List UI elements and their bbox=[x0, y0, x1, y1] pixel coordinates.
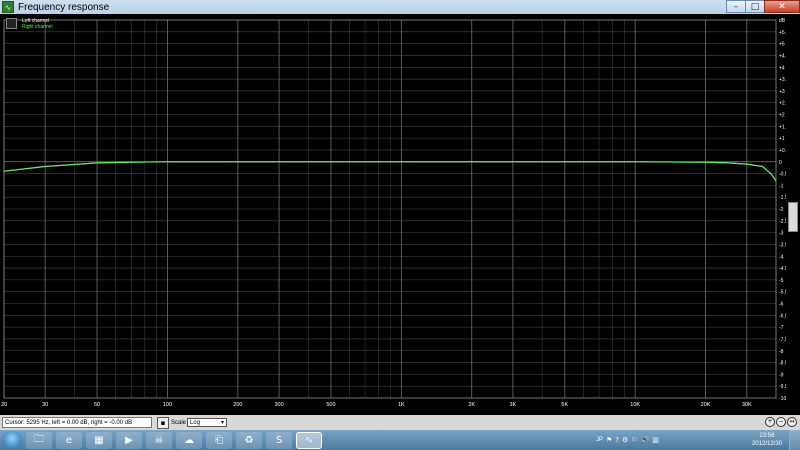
y-tick-label: -9 bbox=[779, 372, 784, 378]
x-tick-label: 200 bbox=[233, 402, 242, 408]
x-tick-label: 3K bbox=[510, 402, 517, 408]
taskbar-app-ie[interactable]: e bbox=[56, 431, 82, 449]
window-title: Frequency response bbox=[18, 1, 110, 13]
y-tick-label: +5 bbox=[779, 42, 785, 48]
y-tick-label: dB bbox=[779, 18, 786, 24]
legend-box bbox=[6, 18, 17, 29]
help-icon[interactable]: ? bbox=[615, 436, 619, 444]
volume-icon[interactable]: 🔊 bbox=[641, 436, 650, 444]
chevron-down-icon: ▾ bbox=[221, 420, 225, 426]
close-button[interactable]: ✕ bbox=[764, 0, 800, 13]
x-tick-label: 2K bbox=[468, 402, 475, 408]
legend: Left channel Right channel bbox=[6, 18, 53, 30]
scale-dropdown[interactable]: Log ▾ bbox=[187, 418, 228, 427]
frequency-response-plot[interactable]: 20 30 50 100 200 300 500 1K 2K 3K 5K 10K 20K 30K dB +5.… bbox=[0, 14, 800, 415]
clock[interactable]: 23:56 2012/12/30 bbox=[752, 432, 782, 448]
y-tick-label: +4 bbox=[779, 65, 785, 71]
window-controls: – □ ✕ bbox=[726, 0, 800, 13]
y-tick-label: -7 bbox=[779, 325, 784, 331]
y-tick-label: -4 bbox=[779, 254, 784, 260]
y-tick-label: +2 bbox=[779, 113, 785, 119]
x-tick-label: 300 bbox=[274, 402, 283, 408]
taskbar: 🗀 e ▦ ▶ ☠ ☁ ⎗ ♻ S ∿ JP ⚑ ? ⚙ ⚐ 🔊 ▥ 23:56 2012/12/… bbox=[0, 430, 800, 450]
x-tick-label: 20K bbox=[701, 402, 711, 408]
zoom-fit-icon[interactable]: ↔ bbox=[787, 417, 797, 427]
taskbar-app-cloud[interactable]: ☁ bbox=[176, 431, 202, 449]
vertical-scrollbar[interactable] bbox=[786, 14, 800, 415]
tray-language[interactable]: JP bbox=[596, 437, 603, 443]
x-tick-label: 10K bbox=[630, 402, 640, 408]
legend-right-channel: Right channel bbox=[22, 24, 53, 30]
y-tick-label: -5 bbox=[779, 278, 784, 284]
frequency-response-app-icon[interactable]: ∿ bbox=[2, 1, 14, 13]
y-tick-label: -8 bbox=[779, 349, 784, 355]
zoom-controls: + − ↔ bbox=[765, 417, 797, 427]
ime-icon[interactable]: ⚑ bbox=[606, 436, 612, 444]
x-tick-label: 30 bbox=[42, 402, 48, 408]
scale-value: Log bbox=[190, 419, 201, 426]
y-tick-label: -1 bbox=[779, 183, 784, 189]
flag-icon[interactable]: ⚐ bbox=[631, 436, 637, 444]
x-tick-label: 100 bbox=[163, 402, 172, 408]
taskbar-app-frequency-response[interactable]: ∿ bbox=[296, 431, 322, 449]
y-tick-label: -6 bbox=[779, 302, 784, 308]
start-button[interactable] bbox=[2, 431, 22, 449]
taskbar-app-network[interactable]: ⎗ bbox=[206, 431, 232, 449]
taskbar-app-alien[interactable]: ☠ bbox=[146, 431, 172, 449]
x-tick-label: 1K bbox=[398, 402, 405, 408]
x-tick-label: 50 bbox=[94, 402, 100, 408]
minimize-button[interactable]: – bbox=[726, 0, 746, 13]
clock-date: 2012/12/30 bbox=[751, 441, 782, 447]
taskbar-app-explorer[interactable]: 🗀 bbox=[26, 431, 52, 449]
cursor-readout: Cursor: 5295 Hz, left = 0.00 dB, right =… bbox=[2, 417, 152, 428]
series-right-channel bbox=[3, 161, 777, 181]
show-desktop-button[interactable] bbox=[789, 430, 800, 450]
settings-icon[interactable]: ⚙ bbox=[622, 436, 628, 444]
system-tray: JP ⚑ ? ⚙ ⚐ 🔊 ▥ bbox=[596, 430, 659, 450]
x-tick-label: 20 bbox=[1, 402, 7, 408]
scale-label: Scale bbox=[171, 419, 187, 426]
series-left-channel bbox=[3, 161, 777, 182]
y-tick-label: -2 bbox=[779, 207, 784, 213]
y-tick-label: 0 bbox=[779, 160, 782, 166]
taskbar-app-media-player[interactable]: ▶ bbox=[116, 431, 142, 449]
plot-canvas[interactable]: 20 30 50 100 200 300 500 1K 2K 3K 5K 10K 20K 30KdB+5.… bbox=[0, 14, 800, 415]
clock-time: 23:56 bbox=[759, 433, 775, 439]
y-tick-label: +3 bbox=[779, 89, 785, 95]
zoom-in-icon[interactable]: + bbox=[765, 417, 775, 427]
x-tick-label: 5K bbox=[561, 402, 568, 408]
taskbar-app-recycle[interactable]: ♻ bbox=[236, 431, 262, 449]
x-tick-label: 30K bbox=[742, 402, 752, 408]
scrollbar-thumb[interactable] bbox=[788, 202, 798, 232]
y-tick-label: -3 bbox=[779, 231, 784, 237]
save-icon[interactable]: ▪ bbox=[157, 416, 169, 429]
taskbar-app-pictures[interactable]: ▦ bbox=[86, 431, 112, 449]
maximize-button[interactable]: □ bbox=[745, 0, 765, 13]
status-bar: Cursor: 5295 Hz, left = 0.00 dB, right =… bbox=[0, 415, 800, 430]
network-icon[interactable]: ▥ bbox=[652, 436, 659, 444]
zoom-out-icon[interactable]: − bbox=[776, 417, 786, 427]
window-titlebar[interactable]: ∿ Frequency response – □ ✕ bbox=[0, 0, 800, 14]
taskbar-app-sync[interactable]: S bbox=[266, 431, 292, 449]
y-tick-label: +1 bbox=[779, 136, 785, 142]
taskbar-apps: 🗀 e ▦ ▶ ☠ ☁ ⎗ ♻ S ∿ bbox=[22, 431, 322, 449]
x-tick-label: 500 bbox=[326, 402, 335, 408]
